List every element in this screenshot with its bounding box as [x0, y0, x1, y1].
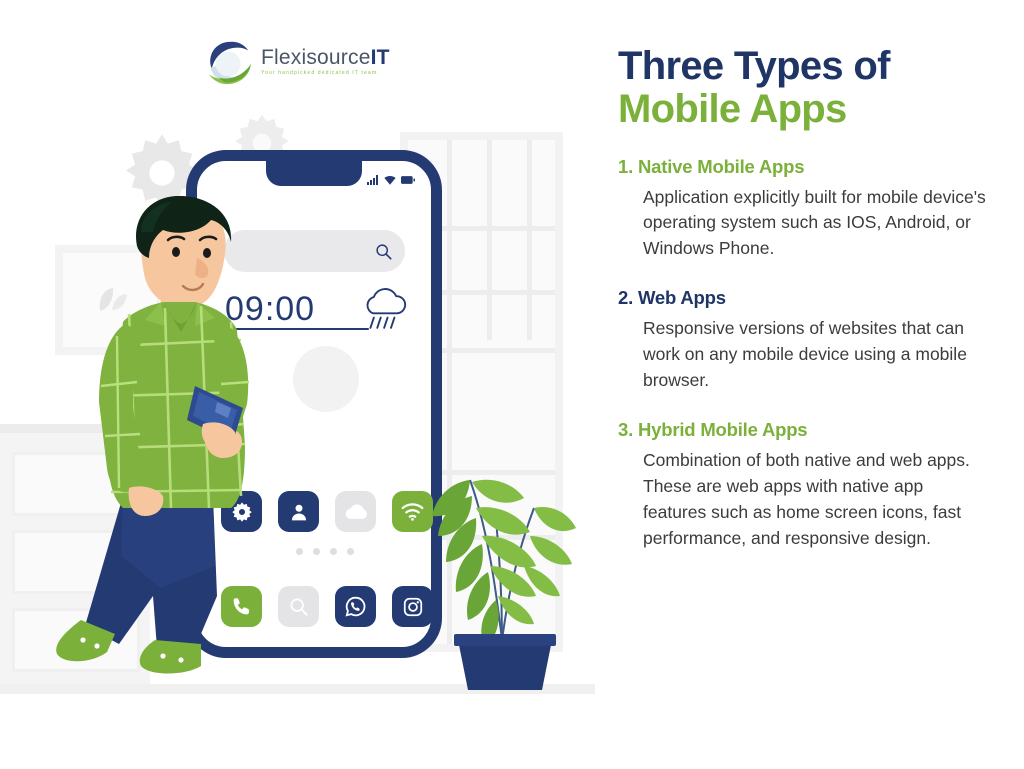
item-2-heading: 2. Web Apps	[618, 287, 1004, 309]
item-3-number: 3.	[618, 418, 634, 440]
app-icon-instagram[interactable]	[392, 586, 433, 627]
app-icon-whatsapp[interactable]	[335, 586, 376, 627]
page-dot[interactable]	[296, 548, 303, 555]
brand-logo: FlexisourceIT Your handpicked dedicated …	[205, 36, 420, 88]
content-panel: Three Types of Mobile Apps 1. Native Mob…	[618, 0, 1004, 769]
wifi-icon	[384, 175, 396, 185]
wifi-icon	[401, 503, 424, 521]
battery-icon	[401, 176, 415, 184]
phone-notch	[266, 160, 362, 186]
phone-status-bar	[367, 175, 415, 185]
page-dot[interactable]	[347, 548, 354, 555]
phone-wallpaper-circle	[293, 346, 359, 412]
item-2-body: Responsive versions of websites that can…	[643, 318, 967, 391]
item-2-title: Web Apps	[637, 287, 726, 309]
list-item-3: 3. Hybrid Mobile Apps Combination of bot…	[618, 419, 1004, 552]
logo-name-part2: IT	[370, 46, 390, 70]
logo-text-block: FlexisourceIT Your handpicked dedicated …	[261, 47, 390, 76]
window-mullion-v2	[487, 140, 492, 340]
logo-tagline: Your handpicked dedicated IT team.	[261, 70, 380, 77]
app-icon-wifi[interactable]	[392, 491, 433, 532]
page-dot[interactable]	[330, 548, 337, 555]
app-icon-contacts[interactable]	[278, 491, 319, 532]
item-3-body: Combination of both native and web apps.…	[643, 449, 970, 548]
logo-company-name: FlexisourceIT	[261, 47, 390, 68]
instagram-icon	[403, 597, 422, 616]
item-1-number: 1.	[618, 155, 634, 177]
item-2-number: 2.	[618, 287, 634, 309]
list-item-2: 2. Web Apps Responsive versions of websi…	[618, 287, 1004, 394]
search-icon	[376, 243, 392, 260]
item-3-title: Hybrid Mobile Apps	[637, 418, 808, 440]
cloud-icon	[345, 504, 367, 519]
item-1-body: Application explicitly built for mobile …	[643, 186, 986, 259]
list-item-1: 1. Native Mobile Apps Application explic…	[618, 156, 1004, 263]
title-line-1: Three Types of	[618, 44, 890, 88]
man-holding-smartphone-illustration	[56, 196, 250, 674]
illustration-panel: 09:00 FlexisourceIT Your handpicked dedi…	[0, 0, 595, 769]
item-1-title: Native Mobile Apps	[637, 155, 805, 177]
page-dot[interactable]	[313, 548, 320, 555]
circular-swoosh-logo-icon	[208, 41, 252, 85]
logo-name-part1: Flexisource	[261, 46, 371, 70]
app-icon-cloud[interactable]	[335, 491, 376, 532]
title-line-2: Mobile Apps	[618, 86, 847, 131]
rain-cloud-icon	[366, 288, 407, 329]
infographic-page: 09:00 FlexisourceIT Your handpicked dedi…	[0, 0, 1024, 769]
window-mullion-v3	[527, 140, 532, 340]
item-1-heading: 1. Native Mobile Apps	[618, 156, 1004, 178]
app-icon-search[interactable]	[278, 586, 319, 627]
whatsapp-icon	[345, 596, 366, 617]
contact-person-icon	[291, 504, 306, 520]
page-title: Three Types of Mobile Apps	[618, 45, 1004, 131]
signal-bars-icon	[367, 175, 378, 185]
potted-palm-plant	[432, 479, 576, 690]
item-3-heading: 3. Hybrid Mobile Apps	[618, 419, 1004, 441]
search-icon	[289, 597, 308, 616]
